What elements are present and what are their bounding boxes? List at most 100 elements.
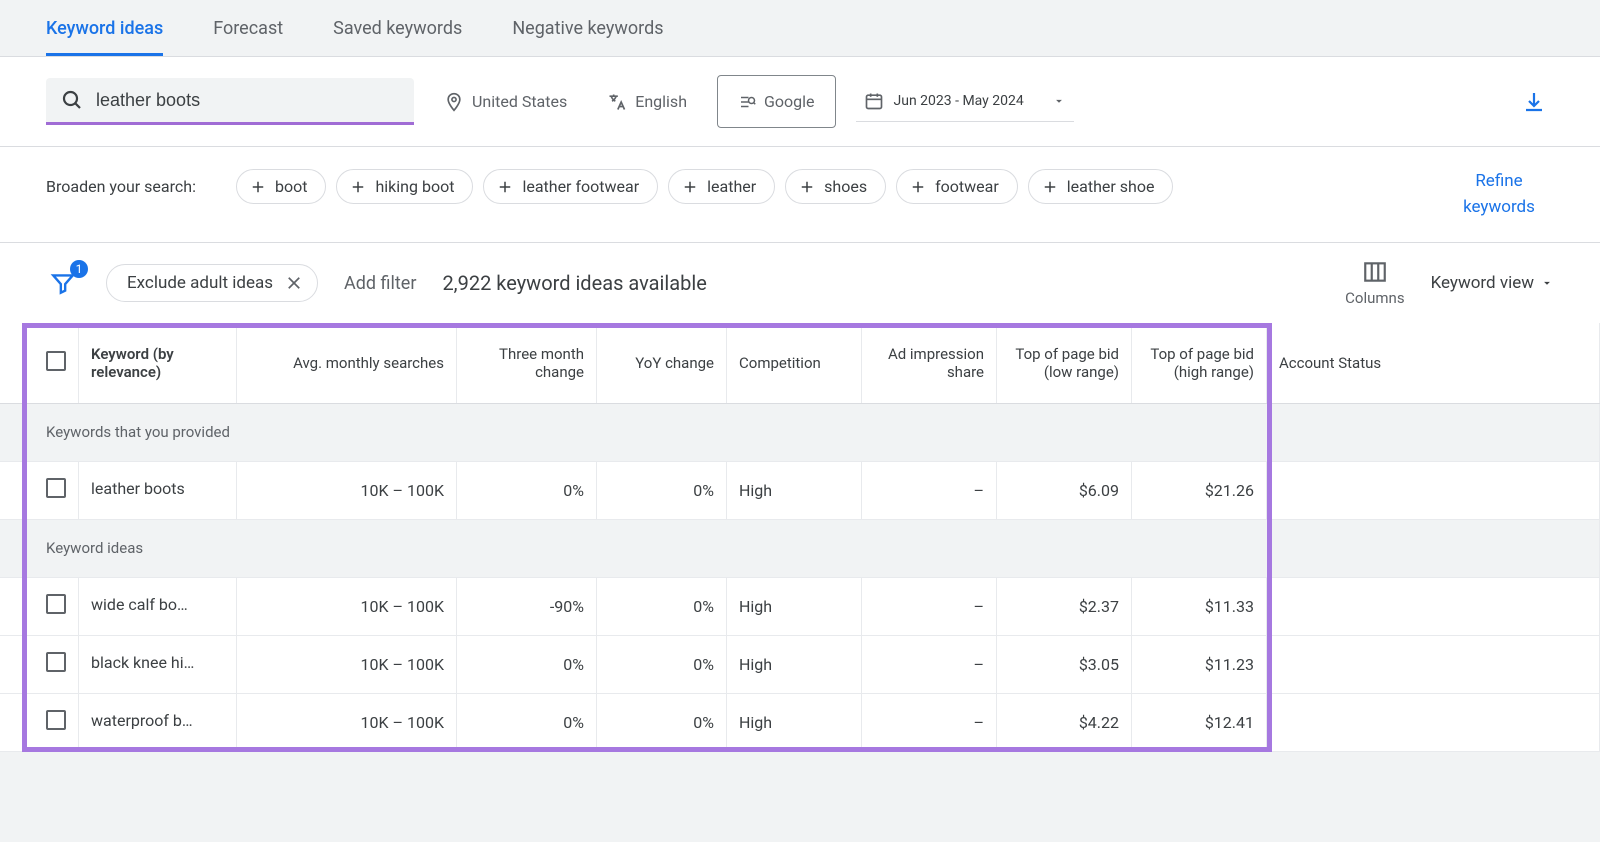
tabs-bar: Keyword ideas Forecast Saved keywords Ne… (0, 0, 1600, 57)
location-label: United States (472, 92, 567, 111)
table-row[interactable]: wide calf bo… 10K – 100K -90% 0% High – … (0, 577, 1600, 635)
filter-bar: United States English Google Jun 2023 - … (0, 57, 1600, 147)
date-range-filter[interactable]: Jun 2023 - May 2024 (856, 81, 1074, 122)
col-keyword[interactable]: Keyword (by relevance) (79, 323, 237, 403)
table-row[interactable]: leather boots 10K – 100K 0% 0% High – $6… (0, 461, 1600, 519)
chip-label: shoes (824, 177, 867, 196)
col-bid-high[interactable]: Top of page bid (high range) (1132, 323, 1267, 403)
cell-low: $3.05 (997, 635, 1132, 693)
row-checkbox[interactable] (46, 652, 66, 672)
calendar-icon (864, 91, 884, 111)
cell-low: $6.09 (997, 461, 1132, 519)
filter-funnel-button[interactable]: 1 (46, 266, 80, 300)
refine-keywords-button[interactable]: Refine keywords (1444, 169, 1554, 220)
cell-tm: 0% (457, 693, 597, 751)
chip-label: leather footwear (522, 177, 639, 196)
cell-yoy: 0% (597, 577, 727, 635)
cell-avg: 10K – 100K (237, 635, 457, 693)
cell-imp: – (862, 577, 997, 635)
columns-icon (1362, 259, 1388, 285)
ideas-count-label: 2,922 keyword ideas available (442, 271, 706, 295)
row-checkbox[interactable] (46, 594, 66, 614)
broaden-row: Broaden your search: boot hiking boot le… (0, 147, 1600, 243)
columns-label: Columns (1345, 289, 1404, 307)
section-provided: Keywords that you provided (0, 403, 1600, 461)
row-checkbox[interactable] (46, 478, 66, 498)
dropdown-icon (1052, 94, 1066, 108)
language-label: English (635, 92, 687, 111)
chip-leather[interactable]: leather (668, 169, 775, 204)
exclude-label: Exclude adult ideas (127, 273, 273, 293)
cell-high: $12.41 (1132, 693, 1267, 751)
dropdown-icon (1540, 276, 1554, 290)
cell-keyword: waterproof b… (79, 693, 237, 751)
network-label: Google (764, 92, 815, 111)
cell-high: $11.33 (1132, 577, 1267, 635)
row-checkbox[interactable] (46, 710, 66, 730)
close-icon[interactable] (285, 274, 303, 292)
col-avg-searches[interactable]: Avg. monthly searches (237, 323, 457, 403)
cell-comp: High (727, 577, 862, 635)
cell-high: $21.26 (1132, 461, 1267, 519)
chip-footwear[interactable]: footwear (896, 169, 1018, 204)
columns-button[interactable]: Columns (1345, 259, 1404, 307)
col-competition[interactable]: Competition (727, 323, 862, 403)
cell-low: $2.37 (997, 577, 1132, 635)
chip-leather-shoe[interactable]: leather shoe (1028, 169, 1174, 204)
table-container: Keyword (by relevance) Avg. monthly sear… (0, 323, 1600, 752)
section-ideas: Keyword ideas (0, 519, 1600, 577)
select-all-checkbox[interactable] (46, 351, 66, 371)
col-three-month[interactable]: Three month change (457, 323, 597, 403)
cell-avg: 10K – 100K (237, 577, 457, 635)
broaden-label: Broaden your search: (46, 169, 216, 199)
cell-keyword: wide calf bo… (79, 577, 237, 635)
cell-tm: -90% (457, 577, 597, 635)
cell-keyword: leather boots (79, 461, 237, 519)
chip-label: boot (275, 177, 307, 196)
chip-label: leather shoe (1067, 177, 1155, 196)
location-filter[interactable]: United States (434, 84, 577, 120)
cell-yoy: 0% (597, 693, 727, 751)
date-label: Jun 2023 - May 2024 (894, 93, 1024, 109)
search-icon (60, 88, 84, 112)
chip-container: boot hiking boot leather footwear leathe… (236, 169, 1424, 204)
col-yoy[interactable]: YoY change (597, 323, 727, 403)
chip-label: leather (707, 177, 756, 196)
cell-keyword: black knee hi… (79, 635, 237, 693)
tab-saved-keywords[interactable]: Saved keywords (333, 0, 462, 56)
col-bid-low[interactable]: Top of page bid (low range) (997, 323, 1132, 403)
keyword-view-dropdown[interactable]: Keyword view (1431, 273, 1554, 293)
translate-icon (607, 92, 627, 112)
add-filter-button[interactable]: Add filter (344, 273, 416, 294)
chip-hiking-boot[interactable]: hiking boot (336, 169, 473, 204)
col-impression[interactable]: Ad impression share (862, 323, 997, 403)
search-box[interactable] (46, 78, 414, 125)
cell-tm: 0% (457, 461, 597, 519)
view-label: Keyword view (1431, 273, 1534, 293)
chip-leather-footwear[interactable]: leather footwear (483, 169, 658, 204)
chip-boot[interactable]: boot (236, 169, 326, 204)
cell-imp: – (862, 693, 997, 751)
cell-avg: 10K – 100K (237, 461, 457, 519)
table-row[interactable]: black knee hi… 10K – 100K 0% 0% High – $… (0, 635, 1600, 693)
table-row[interactable]: waterproof b… 10K – 100K 0% 0% High – $4… (0, 693, 1600, 751)
tab-negative-keywords[interactable]: Negative keywords (512, 0, 663, 56)
exclude-adult-chip[interactable]: Exclude adult ideas (106, 264, 318, 302)
tab-forecast[interactable]: Forecast (213, 0, 283, 56)
download-icon (1522, 90, 1546, 114)
cell-yoy: 0% (597, 635, 727, 693)
cell-high: $11.23 (1132, 635, 1267, 693)
col-account-status[interactable]: Account Status (1267, 323, 1600, 403)
search-input[interactable] (96, 90, 400, 111)
language-filter[interactable]: English (597, 84, 697, 120)
network-icon (738, 93, 756, 111)
tab-keyword-ideas[interactable]: Keyword ideas (46, 0, 163, 56)
chip-label: footwear (935, 177, 999, 196)
download-button[interactable] (1514, 82, 1554, 122)
network-filter[interactable]: Google (717, 75, 836, 128)
chip-label: hiking boot (375, 177, 454, 196)
table-toolbar: 1 Exclude adult ideas Add filter 2,922 k… (0, 243, 1600, 323)
cell-yoy: 0% (597, 461, 727, 519)
chip-shoes[interactable]: shoes (785, 169, 886, 204)
location-icon (444, 92, 464, 112)
